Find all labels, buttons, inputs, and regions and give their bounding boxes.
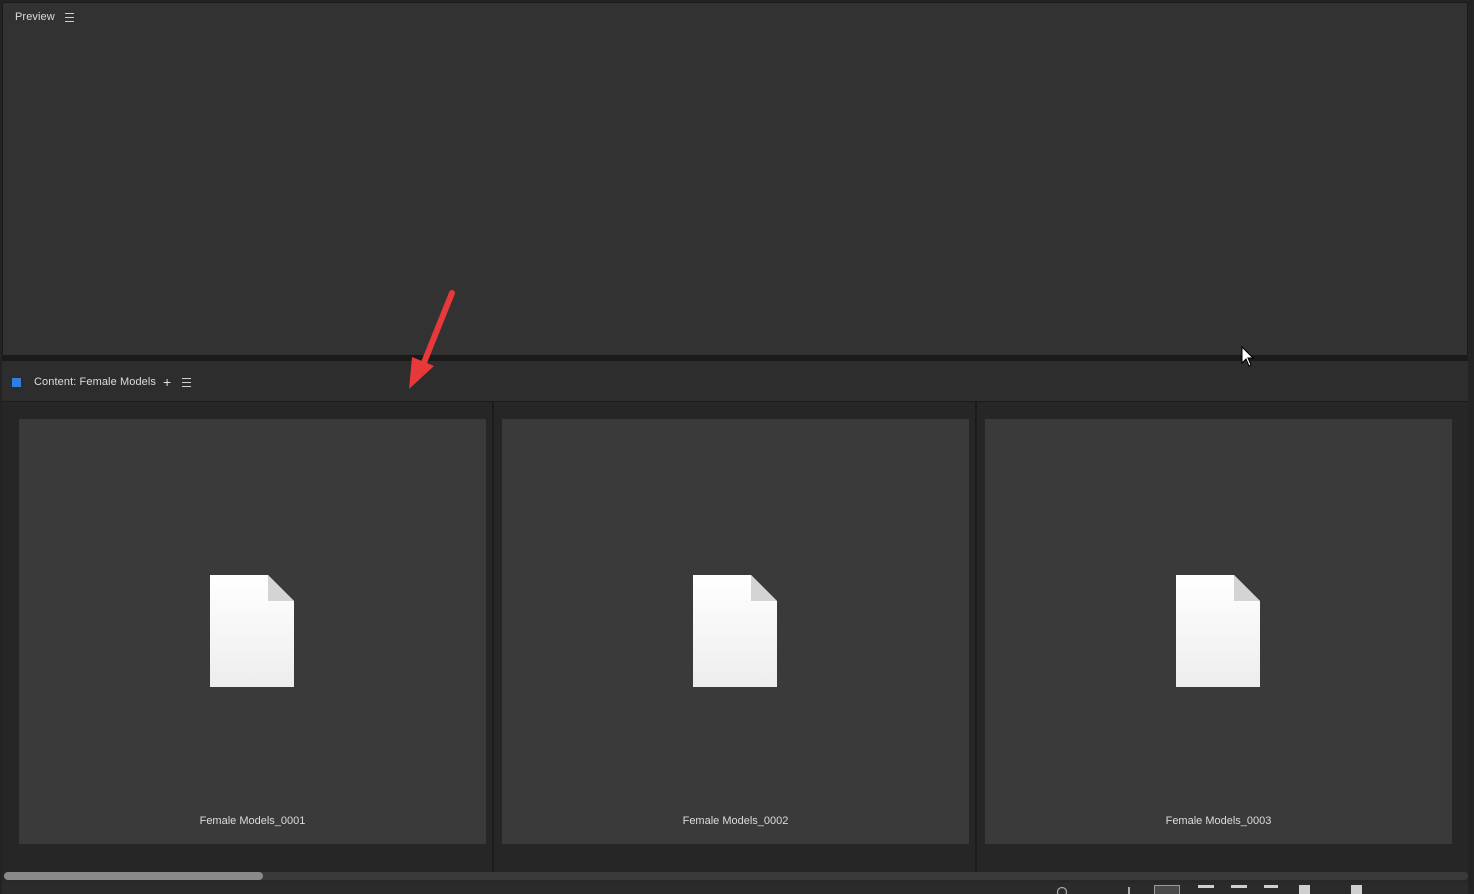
view-grid-icon[interactable] xyxy=(1154,885,1180,894)
view-list-icon[interactable] xyxy=(1264,885,1278,894)
thumbnail-label: Female Models_0001 xyxy=(199,815,306,827)
generic-document-icon xyxy=(1176,575,1260,687)
preview-panel-menu-icon[interactable] xyxy=(64,12,74,22)
thumbnail-label: Female Models_0003 xyxy=(1165,815,1272,827)
content-panel-color-label xyxy=(12,377,21,387)
thumbnail-tile[interactable]: Female Models_0001 xyxy=(19,419,486,844)
content-panel-header-bar: Content: Female Models + xyxy=(2,361,1468,402)
content-panel-menu-icon[interactable] xyxy=(182,377,192,387)
preview-panel: Preview xyxy=(2,2,1468,356)
bridge-window: Preview Content: Female Models + Female … xyxy=(0,0,1474,894)
view-details-icon[interactable] xyxy=(1231,885,1247,894)
thumbnail-tile[interactable]: Female Models_0002 xyxy=(502,419,969,844)
content-bottom-toolbar xyxy=(2,883,1468,894)
generic-document-icon xyxy=(693,575,777,687)
preview-panel-title[interactable]: Preview xyxy=(15,11,55,23)
thumbnail-size-slider-handle[interactable] xyxy=(1128,887,1130,894)
add-content-tab-plus-icon[interactable]: + xyxy=(162,375,172,389)
content-panel-header: Content: Female Models + xyxy=(12,370,192,394)
thumbnail-label: Female Models_0002 xyxy=(682,815,789,827)
thumbnail-tile[interactable]: Female Models_0003 xyxy=(985,419,1452,844)
zoom-out-icon[interactable] xyxy=(1056,886,1070,894)
content-panel: Content: Female Models + Female Models_0… xyxy=(2,361,1468,894)
grid-column-separator xyxy=(492,402,494,872)
thumbnail-quality-checkbox-icon[interactable] xyxy=(1351,885,1362,894)
horizontal-scrollbar[interactable] xyxy=(4,872,1468,880)
generic-document-icon xyxy=(210,575,294,687)
grid-column-separator xyxy=(975,402,977,872)
view-thumbnails-icon[interactable] xyxy=(1198,885,1214,894)
preview-panel-header: Preview xyxy=(15,5,74,29)
filter-checkbox-icon[interactable] xyxy=(1299,885,1310,894)
horizontal-scrollbar-thumb[interactable] xyxy=(4,872,263,880)
content-panel-title[interactable]: Content: Female Models xyxy=(34,376,156,388)
content-thumbnail-grid: Female Models_0001 Female Models_0002 Fe… xyxy=(2,402,1468,872)
